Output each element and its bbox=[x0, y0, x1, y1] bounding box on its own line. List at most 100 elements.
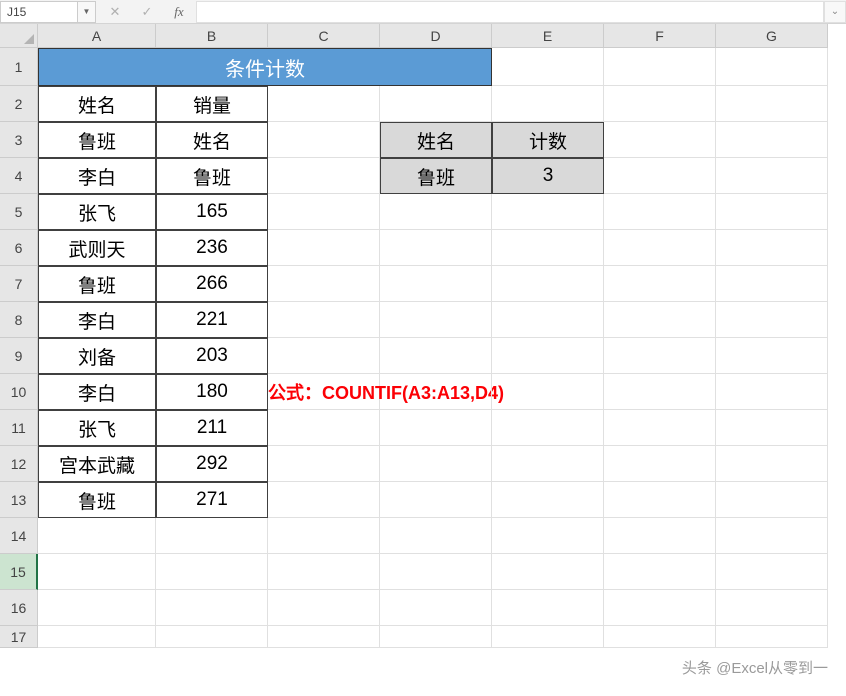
cell[interactable] bbox=[380, 230, 492, 266]
cell[interactable] bbox=[380, 266, 492, 302]
cell[interactable] bbox=[604, 158, 716, 194]
column-header-E[interactable]: E bbox=[492, 24, 604, 48]
column-header-B[interactable]: B bbox=[156, 24, 268, 48]
cell[interactable]: 3 bbox=[492, 158, 604, 194]
cell[interactable] bbox=[716, 302, 828, 338]
cell[interactable]: 鲁班 bbox=[38, 266, 156, 302]
row-header-1[interactable]: 1 bbox=[0, 48, 38, 86]
formula-input[interactable] bbox=[196, 1, 824, 23]
title-cell[interactable]: 条件计数 bbox=[38, 48, 492, 86]
row-header-12[interactable]: 12 bbox=[0, 446, 38, 482]
cell[interactable]: 姓名 bbox=[380, 122, 492, 158]
cell[interactable] bbox=[268, 626, 380, 648]
cell[interactable]: 221 bbox=[156, 302, 268, 338]
cell[interactable]: 180 bbox=[156, 374, 268, 410]
cell[interactable] bbox=[716, 446, 828, 482]
cell[interactable] bbox=[604, 374, 716, 410]
cell[interactable] bbox=[492, 482, 604, 518]
cell[interactable] bbox=[604, 302, 716, 338]
row-header-14[interactable]: 14 bbox=[0, 518, 38, 554]
cell[interactable] bbox=[268, 410, 380, 446]
cell[interactable] bbox=[156, 590, 268, 626]
cell[interactable] bbox=[604, 338, 716, 374]
cell[interactable] bbox=[380, 446, 492, 482]
cell[interactable] bbox=[604, 518, 716, 554]
cell[interactable] bbox=[716, 86, 828, 122]
cell[interactable] bbox=[604, 194, 716, 230]
cell[interactable] bbox=[38, 626, 156, 648]
cell[interactable] bbox=[380, 374, 492, 410]
cell[interactable] bbox=[380, 482, 492, 518]
cell[interactable] bbox=[268, 86, 380, 122]
cell[interactable]: 销量 bbox=[156, 86, 268, 122]
cell[interactable]: 236 bbox=[156, 230, 268, 266]
row-header-16[interactable]: 16 bbox=[0, 590, 38, 626]
cell[interactable]: 宫本武藏 bbox=[38, 446, 156, 482]
cell[interactable] bbox=[604, 230, 716, 266]
cell[interactable] bbox=[716, 48, 828, 86]
name-box-dropdown[interactable]: ▼ bbox=[78, 1, 96, 23]
cell[interactable] bbox=[380, 410, 492, 446]
cell[interactable] bbox=[604, 266, 716, 302]
cell[interactable] bbox=[604, 626, 716, 648]
row-header-4[interactable]: 4 bbox=[0, 158, 38, 194]
cell[interactable] bbox=[268, 338, 380, 374]
cell[interactable] bbox=[716, 518, 828, 554]
name-box[interactable]: J15 bbox=[0, 1, 78, 23]
cell[interactable]: 165 bbox=[156, 194, 268, 230]
cell[interactable] bbox=[268, 266, 380, 302]
cell[interactable]: 姓名 bbox=[156, 122, 268, 158]
cell[interactable] bbox=[38, 590, 156, 626]
cell[interactable]: 李白 bbox=[38, 158, 156, 194]
cell[interactable] bbox=[716, 338, 828, 374]
cell[interactable] bbox=[156, 626, 268, 648]
cell[interactable] bbox=[604, 590, 716, 626]
cell[interactable] bbox=[716, 590, 828, 626]
cell[interactable]: 李白 bbox=[38, 302, 156, 338]
cell[interactable] bbox=[716, 122, 828, 158]
cell[interactable]: 武则天 bbox=[38, 230, 156, 266]
cell[interactable] bbox=[492, 518, 604, 554]
cell[interactable] bbox=[268, 590, 380, 626]
cell[interactable]: 张飞 bbox=[38, 410, 156, 446]
cell[interactable] bbox=[716, 374, 828, 410]
cell[interactable] bbox=[716, 194, 828, 230]
cell[interactable] bbox=[268, 302, 380, 338]
cell[interactable] bbox=[268, 446, 380, 482]
cell[interactable]: 203 bbox=[156, 338, 268, 374]
cell[interactable] bbox=[156, 554, 268, 590]
cell[interactable] bbox=[380, 194, 492, 230]
cell[interactable] bbox=[492, 374, 604, 410]
row-header-6[interactable]: 6 bbox=[0, 230, 38, 266]
row-header-17[interactable]: 17 bbox=[0, 626, 38, 648]
cell[interactable] bbox=[268, 554, 380, 590]
cell[interactable]: 张飞 bbox=[38, 194, 156, 230]
cell[interactable]: 李白 bbox=[38, 374, 156, 410]
cell[interactable] bbox=[716, 410, 828, 446]
cell[interactable] bbox=[604, 554, 716, 590]
cell[interactable] bbox=[716, 626, 828, 648]
cell[interactable] bbox=[380, 626, 492, 648]
cell[interactable] bbox=[604, 86, 716, 122]
fx-icon[interactable]: fx bbox=[166, 1, 192, 23]
column-header-D[interactable]: D bbox=[380, 24, 492, 48]
cell[interactable]: 271 bbox=[156, 482, 268, 518]
cell[interactable] bbox=[716, 482, 828, 518]
cell[interactable]: 刘备 bbox=[38, 338, 156, 374]
column-header-G[interactable]: G bbox=[716, 24, 828, 48]
expand-formula-bar-icon[interactable]: ⌄ bbox=[824, 1, 846, 23]
cell[interactable]: 鲁班 bbox=[380, 158, 492, 194]
column-header-A[interactable]: A bbox=[38, 24, 156, 48]
row-header-5[interactable]: 5 bbox=[0, 194, 38, 230]
row-header-10[interactable]: 10 bbox=[0, 374, 38, 410]
cell[interactable] bbox=[268, 518, 380, 554]
cell[interactable] bbox=[492, 446, 604, 482]
row-header-2[interactable]: 2 bbox=[0, 86, 38, 122]
cell[interactable] bbox=[492, 590, 604, 626]
cell[interactable] bbox=[716, 554, 828, 590]
column-header-F[interactable]: F bbox=[604, 24, 716, 48]
cell[interactable] bbox=[380, 518, 492, 554]
cell[interactable] bbox=[604, 446, 716, 482]
cell[interactable] bbox=[492, 230, 604, 266]
cell[interactable] bbox=[156, 518, 268, 554]
